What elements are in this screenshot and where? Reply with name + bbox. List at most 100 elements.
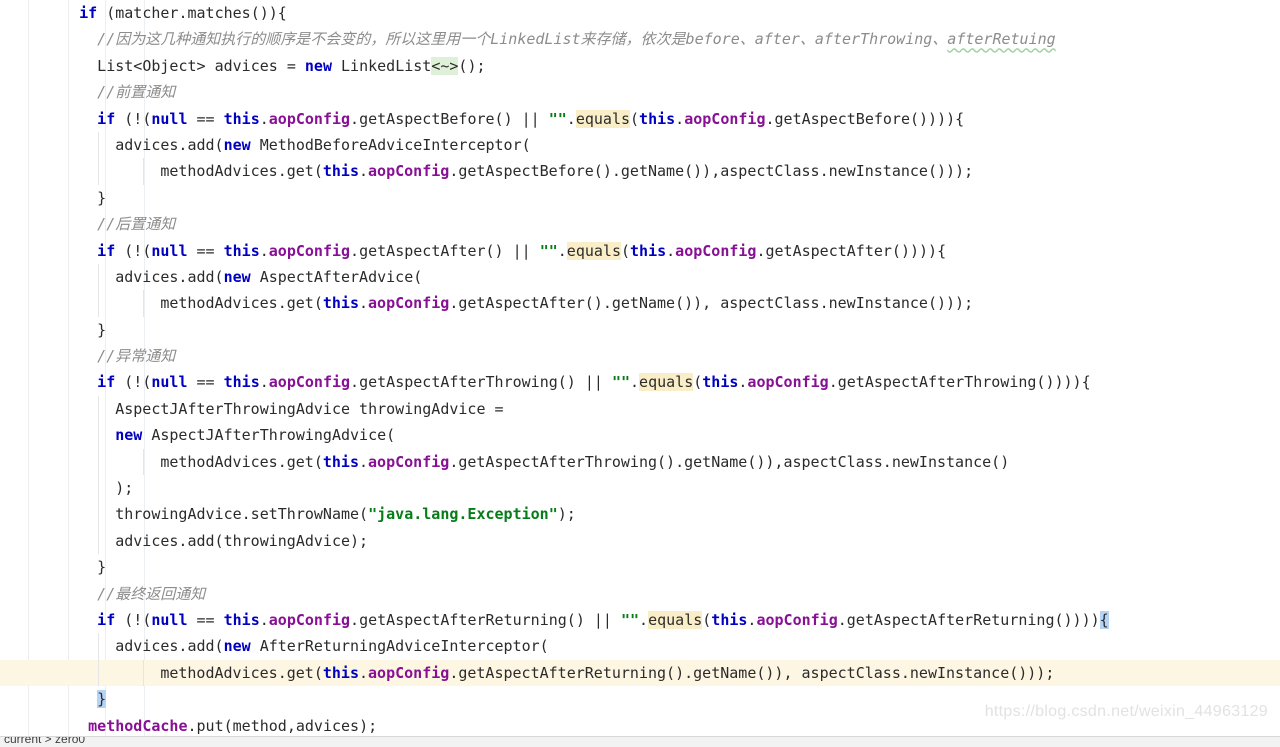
code-token: if xyxy=(97,109,116,128)
code-line-text: throwingAdvice.setThrowName("java.lang.E… xyxy=(0,501,576,527)
code-token: null xyxy=(151,109,188,128)
code-token: ( xyxy=(630,109,640,128)
breadcrumb[interactable]: current > zero0 xyxy=(0,736,1280,747)
code-token: afterRetuing xyxy=(947,30,1056,49)
code-line[interactable]: new AspectJAfterThrowingAdvice( xyxy=(0,422,1280,449)
code-line-text: } xyxy=(0,686,107,712)
code-line[interactable]: } xyxy=(0,317,1280,343)
code-token: equals xyxy=(648,610,703,629)
code-token: List<Object> advices = xyxy=(97,56,305,75)
code-token: AspectAfterAdvice( xyxy=(250,267,423,286)
code-line[interactable]: throwingAdvice.setThrowName("java.lang.E… xyxy=(0,501,1280,528)
code-token: aopConfig xyxy=(268,241,351,260)
code-line[interactable]: //因为这几种通知执行的顺序是不会变的，所以这里用一个LinkedList来存储… xyxy=(0,26,1280,52)
code-line[interactable]: advices.add(throwingAdvice); xyxy=(0,527,1280,555)
code-line[interactable]: methodAdvices.get(this.aopConfig.getAspe… xyxy=(0,659,1280,687)
code-token: . xyxy=(359,452,369,471)
code-token: aopConfig xyxy=(368,663,450,682)
code-token: new xyxy=(304,56,332,75)
code-line-text: methodAdvices.get(this.aopConfig.getAspe… xyxy=(0,158,973,184)
code-token: "" xyxy=(620,610,640,629)
code-token: advices.add( xyxy=(115,267,224,286)
code-token: .put(method,advices); xyxy=(187,716,378,735)
code-line[interactable]: if (matcher.matches()){ xyxy=(0,0,1280,26)
code-token: AspectJAfterThrowingAdvice throwingAdvic… xyxy=(115,399,504,418)
code-line[interactable]: advices.add(new AfterReturningAdviceInte… xyxy=(0,633,1280,660)
code-token: if xyxy=(97,241,116,260)
code-token: aopConfig xyxy=(268,373,351,392)
code-token: . xyxy=(259,241,269,260)
code-token: methodCache xyxy=(88,716,188,735)
code-line[interactable]: methodAdvices.get(this.aopConfig.getAspe… xyxy=(0,448,1280,476)
code-token: (!( xyxy=(115,109,152,128)
code-line[interactable]: if (!(null == this.aopConfig.getAspectAf… xyxy=(0,238,1280,264)
code-token: . xyxy=(359,162,369,181)
code-token: equals xyxy=(575,109,631,128)
code-token: .getAspectAfterReturning().getName()), a… xyxy=(449,663,1055,682)
code-line-text: new AspectJAfterThrowingAdvice( xyxy=(0,422,395,448)
code-line[interactable]: //最终返回通知 xyxy=(0,581,1280,607)
code-token: } xyxy=(97,320,107,339)
code-token: <~> xyxy=(431,56,459,75)
code-token: .getAspectAfterReturning() || xyxy=(350,610,621,629)
code-line[interactable]: methodAdvices.get(this.aopConfig.getAspe… xyxy=(0,290,1280,317)
code-line[interactable]: //异常通知 xyxy=(0,343,1280,369)
code-token: this xyxy=(711,610,748,629)
code-token: advices.add( xyxy=(115,637,224,656)
code-token: (!( xyxy=(115,241,152,260)
code-token: .getAspectBefore() || xyxy=(350,109,549,128)
code-token: new xyxy=(223,135,251,154)
code-line[interactable]: if (!(null == this.aopConfig.getAspectAf… xyxy=(0,369,1280,395)
code-token: this xyxy=(322,162,359,181)
code-token: equals xyxy=(566,241,621,260)
code-token: (!( xyxy=(115,373,152,392)
code-token: //因为这几种通知执行的顺序是不会变的，所以这里用一个LinkedList来存储… xyxy=(97,30,948,49)
code-line-text: methodCache.put(method,advices); xyxy=(0,713,377,737)
code-line-text: } xyxy=(0,554,106,580)
code-token: ( xyxy=(693,373,703,392)
code-token: .getAspectBefore()))){ xyxy=(765,109,965,128)
code-token: if xyxy=(79,4,98,22)
code-line[interactable]: } xyxy=(0,185,1280,211)
code-line[interactable]: advices.add(new AspectAfterAdvice( xyxy=(0,263,1280,291)
code-content[interactable]: if (matcher.matches()){ //因为这几种通知执行的顺序是不会… xyxy=(0,0,1280,737)
code-token: . xyxy=(359,663,369,682)
code-token: this xyxy=(639,109,676,128)
code-token: new xyxy=(115,426,143,445)
code-token: methodAdvices.get( xyxy=(160,663,323,682)
code-token: == xyxy=(187,373,224,392)
code-line-text: //因为这几种通知执行的顺序是不会变的，所以这里用一个LinkedList来存储… xyxy=(0,26,1056,52)
code-token: == xyxy=(187,109,224,128)
code-token: .getAspectAfterThrowing() || xyxy=(350,373,612,392)
code-line[interactable]: } xyxy=(0,554,1280,580)
code-line[interactable]: } xyxy=(0,686,1280,712)
code-token: null xyxy=(151,373,188,392)
code-line-text: if (!(null == this.aopConfig.getAspectAf… xyxy=(0,607,1109,633)
code-line[interactable]: AspectJAfterThrowingAdvice throwingAdvic… xyxy=(0,395,1280,423)
code-token: LinkedList xyxy=(331,56,432,75)
code-line[interactable]: if (!(null == this.aopConfig.getAspectAf… xyxy=(0,607,1280,633)
code-line-text: advices.add(new MethodBeforeAdviceInterc… xyxy=(0,132,530,158)
code-line[interactable]: List<Object> advices = new LinkedList<~>… xyxy=(0,53,1280,79)
code-line[interactable]: ); xyxy=(0,475,1280,502)
code-token: aopConfig xyxy=(684,109,766,128)
code-line[interactable]: methodAdvices.get(this.aopConfig.getAspe… xyxy=(0,158,1280,185)
code-token: methodAdvices.get( xyxy=(160,452,323,471)
code-token: . xyxy=(566,109,576,128)
code-line[interactable]: advices.add(new MethodBeforeAdviceInterc… xyxy=(0,131,1280,159)
code-token: . xyxy=(259,610,269,629)
code-token: .getAspectAfter().getName()), aspectClas… xyxy=(449,294,974,313)
code-token: .getAspectAfter()))){ xyxy=(756,241,947,260)
code-token: ( xyxy=(620,241,631,260)
code-line[interactable]: //前置通知 xyxy=(0,79,1280,105)
code-token: . xyxy=(630,373,640,392)
code-token: . xyxy=(675,109,685,128)
code-token: this xyxy=(223,109,260,128)
code-line[interactable]: methodCache.put(method,advices); xyxy=(0,713,1280,737)
code-token: (); xyxy=(458,56,486,75)
code-line[interactable]: if (!(null == this.aopConfig.getAspectBe… xyxy=(0,106,1280,132)
code-editor[interactable]: if (matcher.matches()){ //因为这几种通知执行的顺序是不会… xyxy=(0,0,1280,737)
code-line[interactable]: //后置通知 xyxy=(0,211,1280,237)
code-token: throwingAdvice.setThrowName( xyxy=(115,505,369,524)
code-token: if xyxy=(97,610,116,629)
